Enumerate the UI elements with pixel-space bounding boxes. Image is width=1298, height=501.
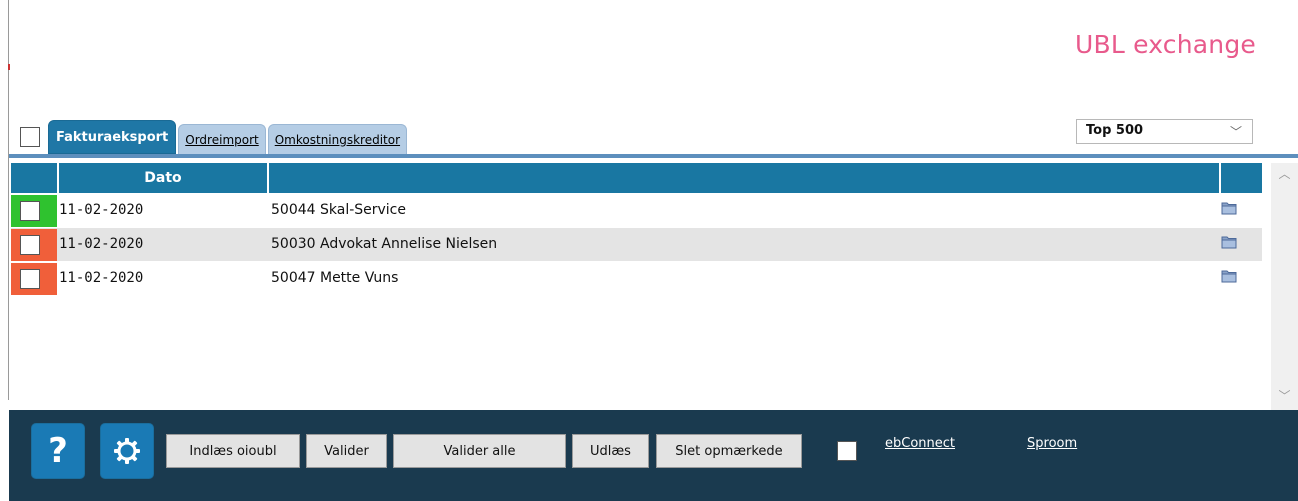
row-name: 50030 Advokat Annelise Nielsen xyxy=(271,236,498,252)
row-date: 11-02-2020 xyxy=(59,270,144,286)
row-checkbox[interactable] xyxy=(20,269,40,289)
header-action xyxy=(1221,163,1262,193)
tab-bar: Fakturaeksport Ordreimport Omkostningskr… xyxy=(48,120,409,154)
folder-icon[interactable] xyxy=(1221,235,1237,249)
select-all-checkbox[interactable] xyxy=(20,127,40,147)
tab-ordreimport[interactable]: Ordreimport xyxy=(178,124,266,154)
row-name: 50044 Skal-Service xyxy=(271,202,406,218)
status-indicator xyxy=(11,229,57,261)
header-date[interactable]: Dato xyxy=(59,163,267,193)
scroll-down-icon[interactable]: ﹀ xyxy=(1271,387,1298,404)
scroll-up-icon[interactable]: ︿ xyxy=(1271,165,1298,182)
chevron-down-icon: ﹀ xyxy=(1229,125,1242,139)
settings-button[interactable] xyxy=(100,423,154,479)
footer-checkbox[interactable] xyxy=(837,441,857,461)
header-status xyxy=(11,163,57,193)
question-icon: ? xyxy=(48,431,68,471)
status-indicator xyxy=(11,263,57,295)
footer-toolbar: ? Indlæs oioubl Valider Valider alle Udl… xyxy=(9,410,1298,501)
gear-icon xyxy=(114,438,140,464)
row-checkbox[interactable] xyxy=(20,201,40,221)
delete-marked-button[interactable]: Slet opmærkede xyxy=(656,434,802,468)
row-limit-value: Top 500 xyxy=(1086,123,1144,138)
validate-all-button[interactable]: Valider alle xyxy=(393,434,566,468)
folder-icon[interactable] xyxy=(1221,269,1237,283)
header-name[interactable] xyxy=(269,163,1219,193)
validate-button[interactable]: Valider xyxy=(306,434,387,468)
row-limit-select[interactable]: Top 500 ﹀ xyxy=(1076,119,1253,144)
table-row[interactable]: 11-02-2020 50044 Skal-Service xyxy=(11,194,1262,227)
folder-icon[interactable] xyxy=(1221,201,1237,215)
invoice-grid: Dato 11-02-2020 50044 Skal-Service 11-02… xyxy=(9,163,1298,410)
status-indicator xyxy=(11,195,57,227)
export-button[interactable]: Udlæs xyxy=(572,434,649,468)
tab-underline xyxy=(9,154,1298,158)
import-oioubl-button[interactable]: Indlæs oioubl xyxy=(166,434,300,468)
tab-fakturaeksport[interactable]: Fakturaeksport xyxy=(48,120,177,154)
left-marker xyxy=(8,64,10,70)
vertical-scrollbar[interactable]: ︿ ﹀ xyxy=(1271,163,1298,410)
table-row[interactable]: 11-02-2020 50047 Mette Vuns xyxy=(11,262,1262,295)
row-checkbox[interactable] xyxy=(20,235,40,255)
tab-omkostningskreditor[interactable]: Omkostningskreditor xyxy=(267,124,408,154)
app-title: UBL exchange xyxy=(1074,30,1256,59)
sproom-link[interactable]: Sproom xyxy=(1027,436,1077,451)
row-name: 50047 Mette Vuns xyxy=(271,270,399,286)
row-date: 11-02-2020 xyxy=(59,236,144,252)
ebconnect-link[interactable]: ebConnect xyxy=(885,436,955,451)
table-row[interactable]: 11-02-2020 50030 Advokat Annelise Nielse… xyxy=(11,228,1262,261)
row-date: 11-02-2020 xyxy=(59,202,144,218)
help-button[interactable]: ? xyxy=(31,423,85,479)
